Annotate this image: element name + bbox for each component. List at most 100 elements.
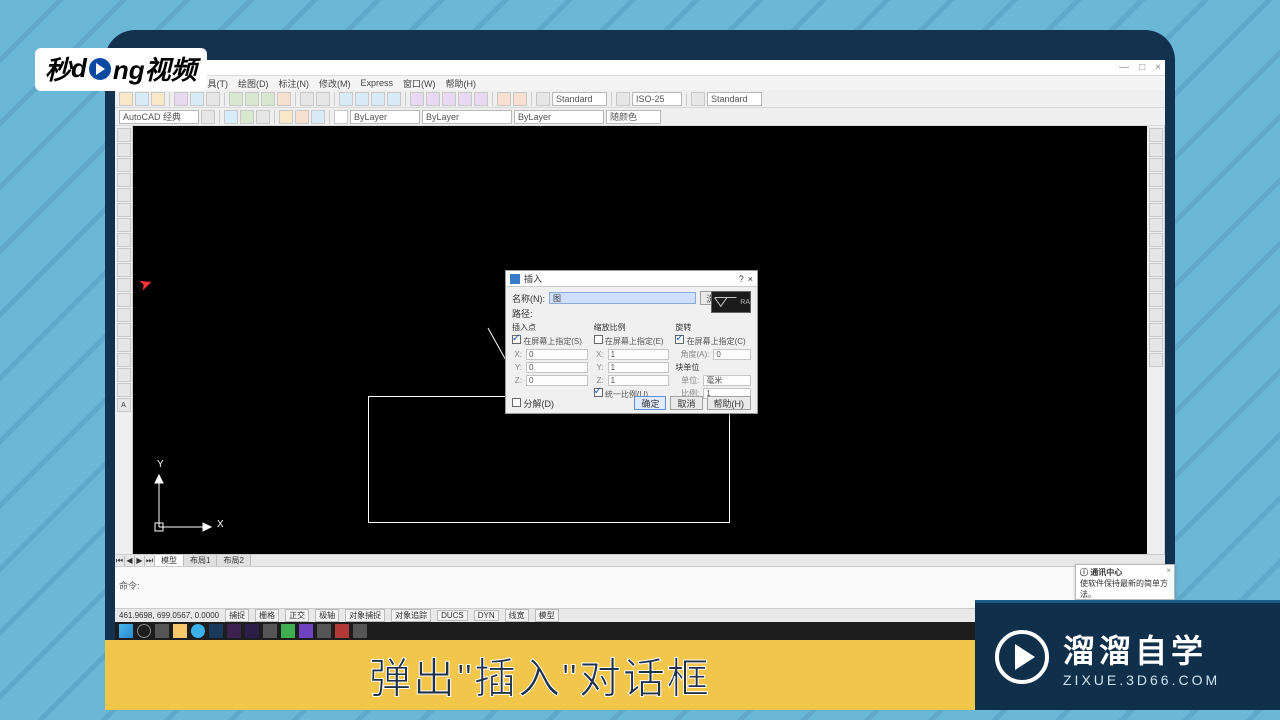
print-icon[interactable] (174, 92, 188, 106)
drawing-canvas[interactable]: ➤ Y X (133, 126, 1147, 554)
help-button[interactable]: 帮助(H) (707, 396, 752, 410)
properties-icon[interactable] (410, 92, 424, 106)
ins-y-input[interactable]: 0 (526, 362, 588, 373)
aftereffects-icon[interactable] (245, 624, 259, 638)
ok-button[interactable]: 确定 (634, 396, 666, 410)
polyline-icon[interactable] (117, 158, 131, 172)
premiere-icon[interactable] (227, 624, 241, 638)
ducs-toggle[interactable]: DUCS (437, 610, 468, 621)
tab-prev-icon[interactable]: ◀ (125, 556, 135, 566)
photoshop-icon[interactable] (209, 624, 223, 638)
polygon-icon[interactable] (117, 173, 131, 187)
layer-off-icon[interactable] (295, 110, 309, 124)
menu-express[interactable]: Express (361, 78, 394, 88)
tp-icon[interactable] (442, 92, 456, 106)
popup-close-icon[interactable]: × (1166, 566, 1171, 575)
dimstyle-icon[interactable] (616, 92, 630, 106)
ellipse-arc-icon[interactable] (117, 278, 131, 292)
ellipse-icon[interactable] (117, 263, 131, 277)
color-square-icon[interactable] (334, 110, 348, 124)
angle-input[interactable]: 0 (713, 349, 751, 360)
point-icon[interactable] (117, 323, 131, 337)
specify-onscreen-c-checkbox[interactable] (675, 335, 684, 344)
model-toggle[interactable]: 模型 (535, 609, 559, 622)
explode-checkbox[interactable] (512, 398, 521, 407)
layer-states-icon[interactable] (240, 110, 254, 124)
app-icon[interactable] (263, 624, 277, 638)
rotate-icon[interactable] (1149, 218, 1163, 232)
hatch-icon[interactable] (117, 338, 131, 352)
dialog-titlebar[interactable]: 插入 ? × (506, 271, 757, 287)
block-icon[interactable] (497, 92, 511, 106)
ins-z-input[interactable]: 0 (526, 375, 588, 386)
table-style-dropdown[interactable]: Standard (707, 92, 762, 106)
break-icon[interactable] (1149, 293, 1163, 307)
dcenter-icon[interactable] (426, 92, 440, 106)
wechat-icon[interactable] (281, 624, 295, 638)
menu-modify[interactable]: 修改(M) (319, 77, 351, 90)
file-explorer-icon[interactable] (173, 624, 187, 638)
mtext-icon[interactable]: A (117, 398, 131, 412)
chamfer-icon[interactable] (1149, 323, 1163, 337)
zoom-window-icon[interactable] (371, 92, 385, 106)
scale-y-input[interactable]: 1 (608, 362, 670, 373)
spline-icon[interactable] (117, 248, 131, 262)
autocad-taskbar-icon[interactable] (335, 624, 349, 638)
grid-toggle[interactable]: 栅格 (255, 609, 279, 622)
copy-obj-icon[interactable] (1149, 143, 1163, 157)
make-block-icon[interactable] (117, 308, 131, 322)
start-button[interactable] (119, 624, 133, 638)
layer-iso-icon[interactable] (279, 110, 293, 124)
table-icon[interactable] (117, 383, 131, 397)
match-icon[interactable] (277, 92, 291, 106)
lwt-toggle[interactable]: 线宽 (505, 609, 529, 622)
ssm-icon[interactable] (458, 92, 472, 106)
array-icon[interactable] (1149, 188, 1163, 202)
insert-block-icon[interactable] (117, 293, 131, 307)
polar-toggle[interactable]: 极轴 (315, 609, 339, 622)
scale-icon[interactable] (1149, 233, 1163, 247)
tablestyle-icon[interactable] (691, 92, 705, 106)
tab-last-icon[interactable]: ⏭ (145, 556, 155, 566)
explode-icon[interactable] (1149, 353, 1163, 367)
cortana-icon[interactable] (137, 624, 151, 638)
close-button[interactable]: × (1155, 62, 1161, 73)
maximize-button[interactable]: □ (1139, 62, 1145, 73)
circle-icon[interactable] (117, 218, 131, 232)
redo-icon[interactable] (316, 92, 330, 106)
layer-prev-icon[interactable] (256, 110, 270, 124)
zoom-icon[interactable] (355, 92, 369, 106)
menu-bar[interactable]: 插入(I) 格式(O) 工具(T) 绘图(D) 标注(N) 修改(M) Expr… (115, 76, 1165, 90)
minimize-button[interactable]: — (1119, 62, 1129, 73)
tab-first-icon[interactable]: ⏮ (115, 556, 125, 566)
new-icon[interactable] (119, 92, 133, 106)
open-icon[interactable] (135, 92, 149, 106)
save-icon[interactable] (151, 92, 165, 106)
osnap-toggle[interactable]: 对象捕捉 (345, 609, 385, 622)
cut-icon[interactable] (229, 92, 243, 106)
tab-layout1[interactable]: 布局1 (184, 555, 217, 566)
ortho-toggle[interactable]: 正交 (285, 609, 309, 622)
app2-icon[interactable] (317, 624, 331, 638)
stretch-icon[interactable] (1149, 248, 1163, 262)
tab-next-icon[interactable]: ▶ (135, 556, 145, 566)
line-icon[interactable] (117, 128, 131, 142)
ref-icon[interactable] (513, 92, 527, 106)
name-combobox[interactable]: 图 (549, 292, 696, 304)
offset-icon[interactable] (1149, 173, 1163, 187)
region-icon[interactable] (117, 368, 131, 382)
mark-icon[interactable] (474, 92, 488, 106)
layer-props-icon[interactable] (224, 110, 238, 124)
extend-icon[interactable] (1149, 278, 1163, 292)
trim-icon[interactable] (1149, 263, 1163, 277)
rectangle-icon[interactable] (117, 188, 131, 202)
dialog-help-icon[interactable]: ? (739, 274, 744, 284)
textstyle-icon[interactable] (536, 92, 550, 106)
task-view-icon[interactable] (155, 624, 169, 638)
undo-icon[interactable] (300, 92, 314, 106)
ins-x-input[interactable]: 0 (526, 349, 588, 360)
scale-x-input[interactable]: 1 (608, 349, 670, 360)
xline-icon[interactable] (117, 143, 131, 157)
linetype-dropdown[interactable]: ByLayer (422, 110, 512, 124)
text-style-dropdown[interactable]: Standard (552, 92, 607, 106)
